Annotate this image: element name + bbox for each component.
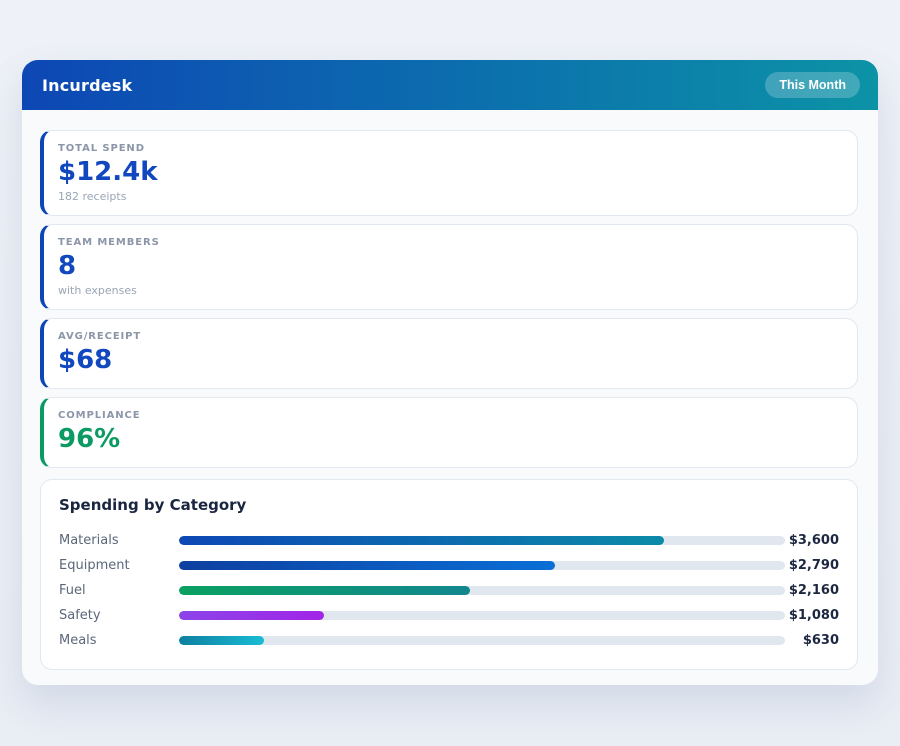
- chart-row: Meals $630: [59, 628, 839, 653]
- chart-row: Materials $3,600: [59, 528, 839, 553]
- stat-label: AVG/RECEIPT: [58, 330, 142, 342]
- bar-track: [179, 610, 785, 620]
- bar-track: [179, 635, 785, 645]
- chart-row: Fuel $2,160: [59, 578, 839, 603]
- stats-list: TOTAL SPEND $12.4k 182 receipts TEAM MEM…: [40, 130, 858, 468]
- stat-value: $12.4k: [58, 157, 158, 187]
- chart-row: Safety $1,080: [59, 603, 839, 628]
- period-badge[interactable]: This Month: [765, 72, 860, 98]
- spending-chart-card: Spending by Category Materials $3,600 Eq…: [40, 478, 858, 670]
- stat-value: 96%: [58, 423, 121, 454]
- stat-card: TEAM MEMBERS 8 with expenses: [40, 223, 858, 310]
- bar-fill: [179, 535, 664, 545]
- chart-rows: Materials $3,600 Equipment $2,790 Fuel $…: [59, 528, 839, 653]
- category-value: $2,160: [788, 582, 839, 598]
- category-value: $630: [802, 632, 839, 648]
- chart-row: Equipment $2,790: [59, 553, 839, 578]
- stat-card: COMPLIANCE 96%: [40, 396, 858, 468]
- chart-title: Spending by Category: [59, 495, 247, 514]
- stat-value: $68: [58, 344, 113, 375]
- dashboard-body: TOTAL SPEND $12.4k 182 receipts TEAM MEM…: [22, 110, 878, 685]
- bar-fill: [179, 560, 555, 570]
- bar-track: [179, 585, 785, 595]
- category-label: Equipment: [59, 557, 130, 573]
- stat-value: 8: [58, 250, 77, 281]
- stat-subtext: 182 receipts: [58, 189, 127, 203]
- bar-track: [179, 560, 785, 570]
- stat-label: TEAM MEMBERS: [58, 236, 160, 248]
- category-value: $1,080: [788, 607, 839, 623]
- dashboard-card: Incurdesk This Month TOTAL SPEND $12.4k …: [22, 60, 878, 685]
- stat-card: TOTAL SPEND $12.4k 182 receipts: [40, 130, 858, 216]
- app-title: Incurdesk: [42, 75, 133, 95]
- bar-fill: [179, 635, 264, 645]
- category-label: Meals: [59, 632, 97, 648]
- stat-subtext: with expenses: [58, 283, 137, 297]
- bar-fill: [179, 610, 325, 620]
- category-label: Materials: [59, 532, 119, 548]
- category-value: $2,790: [788, 557, 839, 573]
- bar-track: [179, 535, 785, 545]
- stat-label: TOTAL SPEND: [58, 143, 145, 154]
- category-value: $3,600: [788, 532, 839, 548]
- app-header: Incurdesk This Month: [22, 60, 878, 110]
- stat-card: AVG/RECEIPT $68: [40, 317, 858, 389]
- bar-fill: [179, 585, 470, 595]
- category-label: Safety: [59, 607, 101, 623]
- category-label: Fuel: [59, 582, 86, 598]
- stat-label: COMPLIANCE: [58, 409, 141, 421]
